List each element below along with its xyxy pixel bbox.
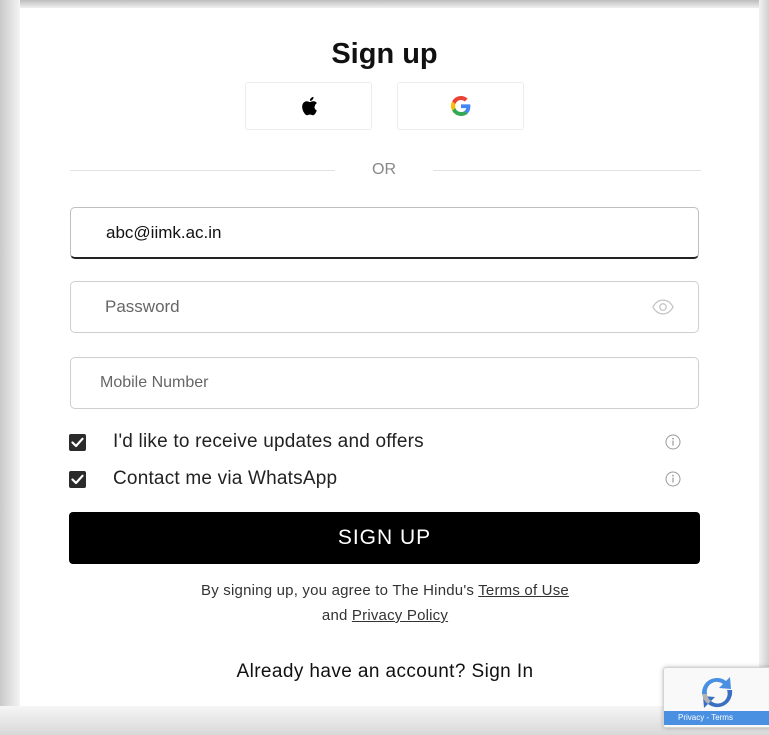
terms-of-use-link[interactable]: Terms of Use xyxy=(478,582,569,599)
legal-and: and xyxy=(321,607,348,624)
window-frame-top xyxy=(0,0,769,8)
info-icon[interactable] xyxy=(665,471,681,487)
google-signin-button[interactable] xyxy=(397,82,524,130)
apple-signin-button[interactable] xyxy=(245,82,372,130)
mobile-number-input[interactable] xyxy=(100,358,620,408)
password-field[interactable] xyxy=(70,281,699,333)
checkmark-icon xyxy=(71,474,84,484)
updates-consent-label: I'd like to receive updates and offers xyxy=(113,431,424,452)
legal-prefix: By signing up, you agree to The Hindu's xyxy=(201,582,475,599)
updates-consent-checkbox[interactable] xyxy=(69,433,86,451)
sign-up-button[interactable]: SIGN UP xyxy=(69,512,700,564)
password-input[interactable] xyxy=(105,282,625,332)
info-icon[interactable] xyxy=(665,434,681,450)
google-icon xyxy=(450,96,470,116)
window-frame-bottom xyxy=(0,706,769,735)
sign-in-link[interactable]: Sign In xyxy=(472,661,534,682)
email-field[interactable] xyxy=(70,207,699,259)
apple-icon xyxy=(301,96,317,116)
checkmark-icon xyxy=(71,437,84,447)
updates-consent-row[interactable]: I'd like to receive updates and offers xyxy=(69,429,424,455)
window-frame-left xyxy=(0,0,20,708)
signin-prompt-text: Already have an account? xyxy=(236,661,466,682)
divider-right xyxy=(433,170,701,171)
whatsapp-consent-label: Contact me via WhatsApp xyxy=(113,468,338,489)
mobile-number-field[interactable] xyxy=(70,357,699,409)
eye-icon[interactable] xyxy=(652,298,674,316)
divider-left xyxy=(70,170,335,171)
privacy-policy-link[interactable]: Privacy Policy xyxy=(352,607,448,624)
divider-or-text: OR xyxy=(372,161,396,178)
email-input[interactable] xyxy=(106,208,626,257)
recaptcha-icon xyxy=(701,677,733,708)
window-frame-right xyxy=(759,0,769,735)
legal-notice: By signing up, you agree to The Hindu's … xyxy=(70,578,700,628)
page-title: Sign up xyxy=(331,38,438,70)
signin-prompt: Already have an account? Sign In xyxy=(70,661,700,683)
whatsapp-consent-checkbox[interactable] xyxy=(69,470,86,488)
whatsapp-consent-row[interactable]: Contact me via WhatsApp xyxy=(69,466,337,492)
recaptcha-footer-text[interactable]: Privacy - Terms xyxy=(664,711,769,725)
recaptcha-badge[interactable]: Privacy - Terms xyxy=(663,667,769,728)
